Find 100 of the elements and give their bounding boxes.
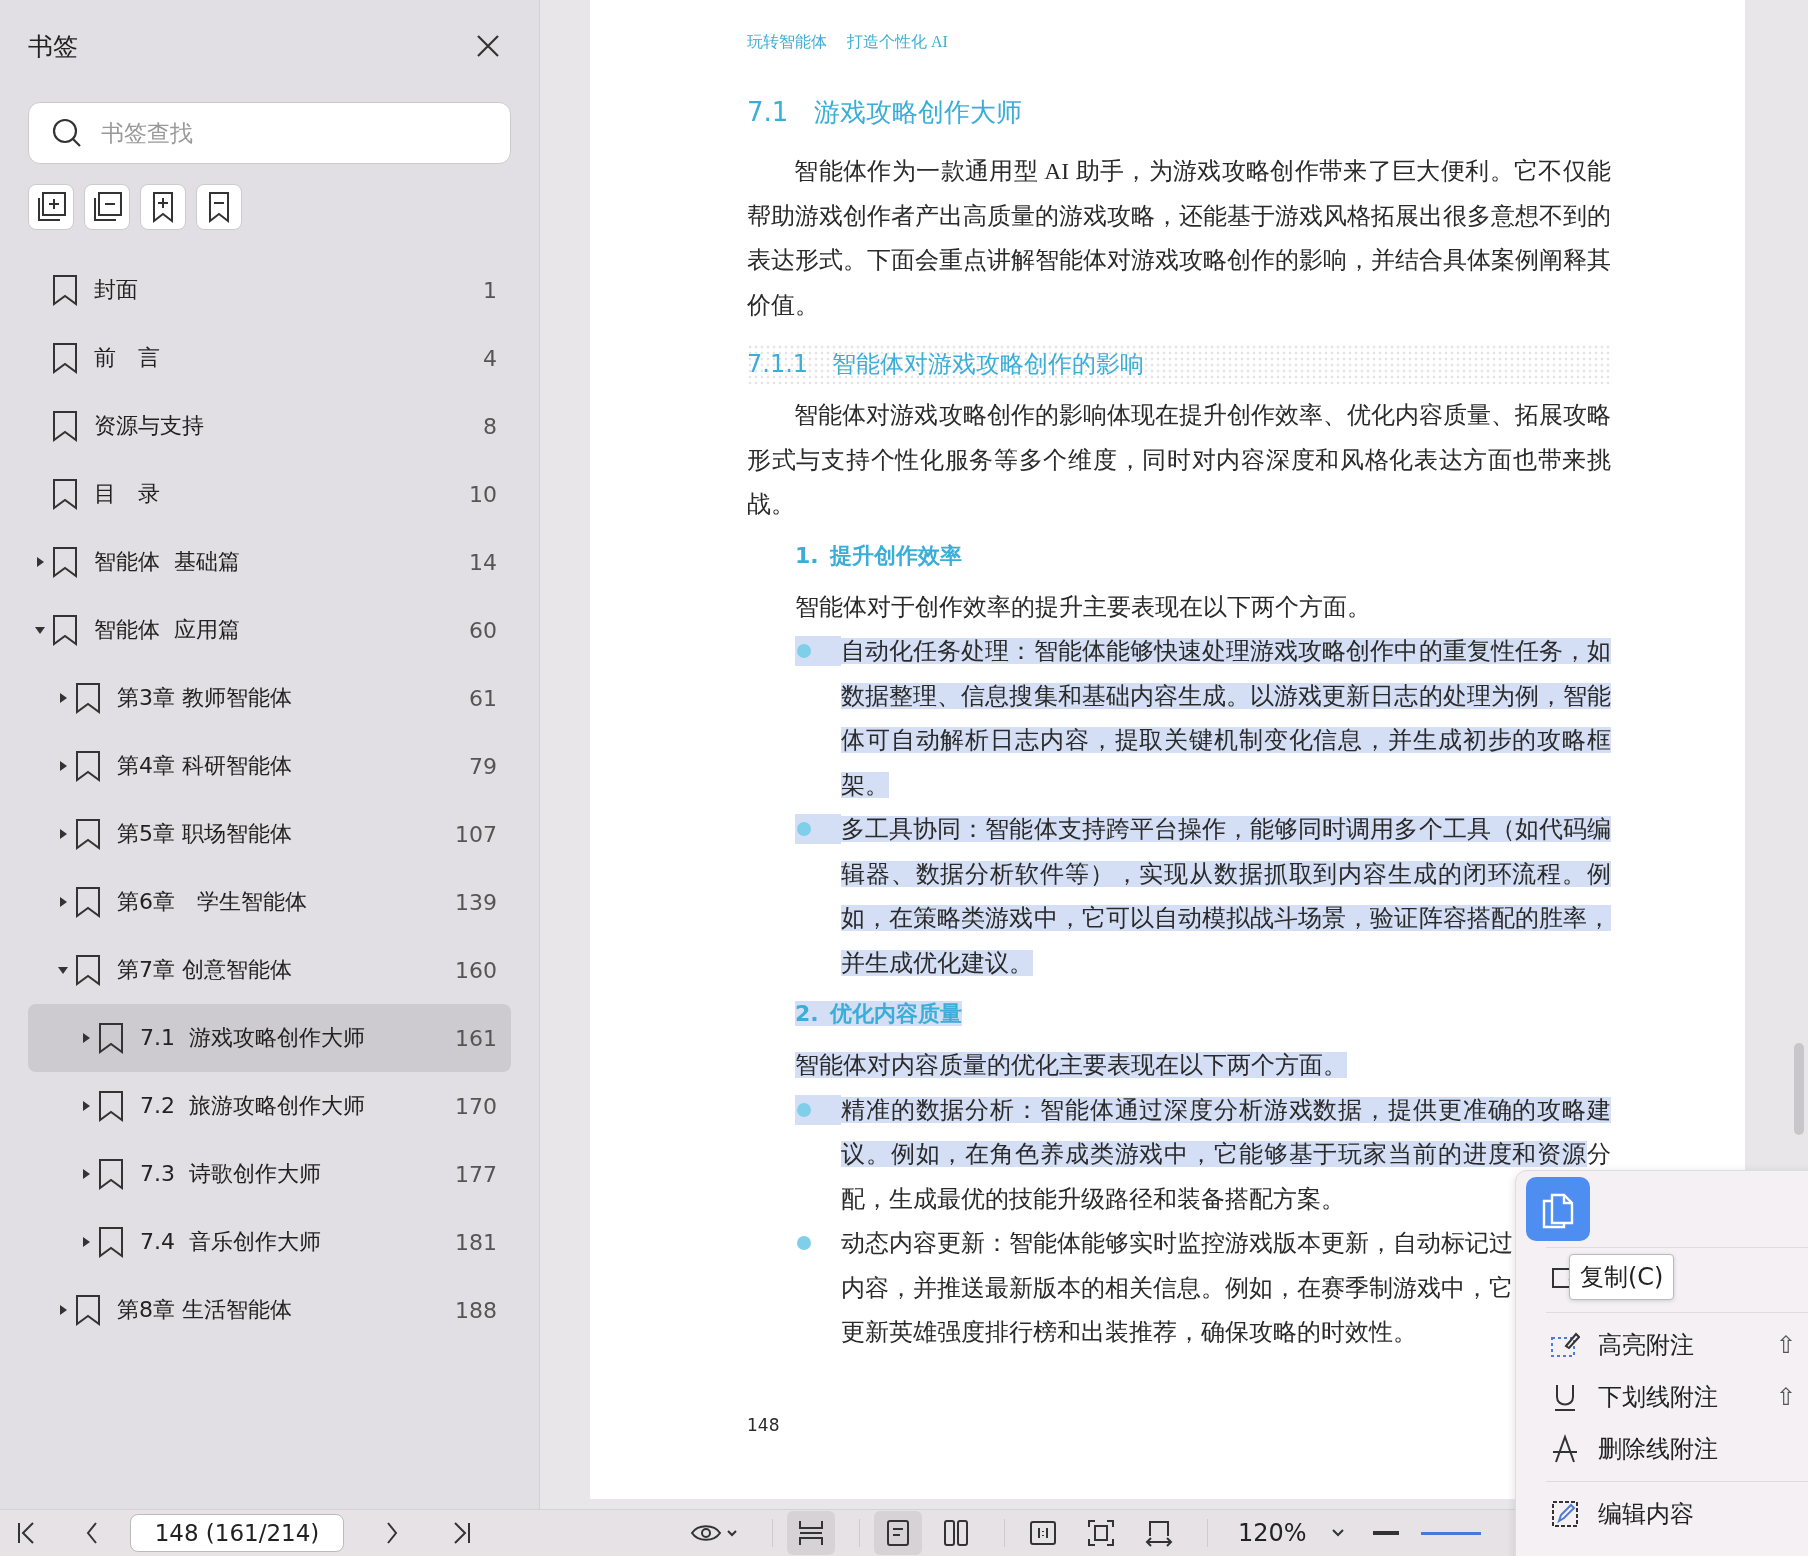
- bookmark-label: 目 录: [94, 480, 161, 508]
- bullet-dot: [797, 1236, 811, 1250]
- body-paragraph: 智能体作为一款通用型 AI 助手，为游戏攻略创作带来了巨大便利。它不仅能帮助游戏创作者产出高质量的游戏攻略，还能基于游戏风格拓展出很多意想不到的表达形式。下面会重点讲解智能体对游戏攻略创作的影响，并结合具体案例阐释其价值。: [747, 157, 1611, 320]
- tooltip: 复制(C): [1569, 1254, 1675, 1300]
- page-number: 181: [455, 1229, 497, 1255]
- bookmark-item[interactable]: 7.1 游戏攻略创作大师 161: [28, 1004, 511, 1072]
- bookmark-icon: [52, 274, 78, 306]
- bookmark-icon: [75, 954, 101, 986]
- expand-arrow-icon[interactable]: [57, 964, 69, 976]
- bookmark-icon: [75, 818, 101, 850]
- bookmark-item[interactable]: 第7章 创意智能体 160: [28, 936, 511, 1004]
- page-number: 177: [455, 1161, 497, 1187]
- bullet-paragraph: 多工具协同：智能体支持跨平台操作，能够同时调用多个工具（如代码编辑器、数据分析软件等），实现从数据抓取到内容生成的闭环流程。例如，在策略类游戏中，它可以自动模拟战斗场景，验证阵容搭配的胜率，并生成优化建议。: [841, 815, 1611, 978]
- bookmark-item[interactable]: 7.4 音乐创作大师 181: [28, 1208, 511, 1276]
- close-icon[interactable]: [475, 33, 501, 59]
- expand-arrow-icon[interactable]: [80, 1236, 92, 1248]
- bookmark-item[interactable]: 智能体 应用篇 60: [28, 596, 511, 664]
- bookmark-label: 第7章 创意智能体: [117, 956, 293, 984]
- menu-item[interactable]: 高亮附注 ⇧: [1526, 1319, 1808, 1371]
- body-paragraph: 智能体对内容质量的优化主要表现在以下两个方面。: [794, 1051, 1348, 1080]
- page-number: 61: [469, 685, 497, 711]
- bookmark-label: 7.3 诗歌创作大师: [140, 1160, 322, 1188]
- bookmark-label: 第5章 职场智能体: [117, 820, 293, 848]
- copy-button[interactable]: [1526, 1177, 1590, 1241]
- bullet-dot: [797, 644, 811, 658]
- page-number: 161: [455, 1025, 497, 1051]
- bookmark-label: 智能体 应用篇: [94, 616, 241, 644]
- bullet-dot: [797, 1102, 811, 1117]
- expand-arrow-icon[interactable]: [34, 624, 46, 636]
- expand-arrow-icon[interactable]: [80, 1100, 92, 1112]
- shortcut-hint: ⇧: [1776, 1383, 1797, 1411]
- caret-icon[interactable]: [1330, 1528, 1345, 1538]
- running-header: 玩转智能体: [747, 32, 827, 52]
- bookmark-item[interactable]: 第4章 科研智能体 79: [28, 732, 511, 800]
- zoom-out-icon[interactable]: [1372, 1530, 1399, 1536]
- expand-arrow-icon[interactable]: [80, 1168, 92, 1180]
- bookmark-icon: [75, 1294, 101, 1326]
- add-bookmark-button[interactable]: [140, 184, 186, 230]
- bookmark-icon: [52, 614, 78, 646]
- previous-icon[interactable]: [84, 1521, 100, 1545]
- page-number: 148: [747, 1414, 781, 1435]
- collapse-all-button[interactable]: [84, 184, 130, 230]
- expand-arrow-icon[interactable]: [57, 692, 69, 704]
- bookmark-item[interactable]: 第3章 教师智能体 61: [28, 664, 511, 732]
- point-heading: 1. 提升创作效率: [795, 542, 962, 568]
- bookmark-icon: [52, 410, 78, 442]
- expand-arrow-icon[interactable]: [57, 1304, 69, 1316]
- expand-all-button[interactable]: [28, 184, 74, 230]
- bookmark-icon: [52, 546, 78, 578]
- bookmark-item[interactable]: 第5章 职场智能体 107: [28, 800, 511, 868]
- bookmark-icon: [98, 1158, 124, 1190]
- expand-arrow-icon[interactable]: [57, 760, 69, 772]
- bookmark-label: 第6章 学生智能体: [117, 888, 308, 916]
- bookmark-label: 第3章 教师智能体: [117, 684, 293, 712]
- bullet-paragraph: 精准的数据分析：智能体通过深度分析游戏数据，提供更准确的攻略建议。例如，在角色养成类游戏中，它能够基于玩家当前的进度和资源分配，生成最优的技能升级路径和装备搭配方案。: [841, 1095, 1611, 1214]
- scrollbar-thumb[interactable]: [1794, 1043, 1804, 1135]
- page-field[interactable]: 148 (161/214): [130, 1514, 344, 1552]
- expand-arrow-icon[interactable]: [57, 896, 69, 908]
- bullet-paragraph: 自动化任务处理：智能体能够快速处理游戏攻略创作中的重复性任务，如数据整理、信息搜集和基础内容生成。以游戏更新日志的处理为例，智能体可自动解析日志内容，提取关键机制变化信息，并生成初步的攻略框架。: [841, 637, 1611, 800]
- bookmark-item[interactable]: 第8章 生活智能体 188: [28, 1276, 511, 1344]
- point-heading: 2. 优化内容质量: [795, 1001, 962, 1026]
- bookmark-icon: [75, 750, 101, 782]
- bookmark-icon: [52, 478, 78, 510]
- expand-arrow-icon[interactable]: [80, 1032, 92, 1044]
- page-number: 10: [469, 481, 497, 507]
- next-icon[interactable]: [384, 1521, 400, 1545]
- panel-title: 书签: [28, 30, 78, 63]
- bookmark-label: 7.4 音乐创作大师: [140, 1228, 322, 1256]
- fit-page-icon: [1086, 1518, 1116, 1548]
- page-number: 160: [455, 957, 497, 983]
- page-number: 107: [455, 821, 497, 847]
- bookmark-item[interactable]: 目 录 10: [28, 460, 511, 528]
- remove-bookmark-button[interactable]: [196, 184, 242, 230]
- bookmark-item[interactable]: 第6章 学生智能体 139: [28, 868, 511, 936]
- expand-arrow-icon[interactable]: [34, 556, 46, 568]
- page-number: 188: [455, 1297, 497, 1323]
- bookmark-item[interactable]: 7.2 旅游攻略创作大师 170: [28, 1072, 511, 1140]
- bookmark-item[interactable]: 智能体 基础篇 14: [28, 528, 511, 596]
- bookmark-label: 资源与支持: [94, 412, 205, 440]
- bookmark-item[interactable]: 资源与支持 8: [28, 392, 511, 460]
- menu-item[interactable]: 编辑内容: [1526, 1488, 1808, 1540]
- search-input[interactable]: 书签查找: [99, 119, 488, 147]
- zoom-level[interactable]: 120%: [1238, 1519, 1307, 1547]
- highlight-icon: [1550, 1330, 1580, 1360]
- bookmark-item[interactable]: 封面 1: [28, 256, 511, 324]
- bookmark-icon: [75, 682, 101, 714]
- single-page-button[interactable]: [874, 1511, 922, 1555]
- bullet-dot: [797, 822, 811, 836]
- menu-item[interactable]: 下划线附注 ⇧: [1526, 1371, 1808, 1423]
- page-number: 4: [483, 345, 497, 371]
- bookmark-icon: [98, 1022, 124, 1054]
- page-number: 139: [455, 889, 497, 915]
- fit-height-button[interactable]: [787, 1511, 835, 1555]
- search-field[interactable]: 书签查找: [28, 102, 511, 164]
- bookmark-label: 7.1 游戏攻略创作大师: [140, 1024, 366, 1052]
- bookmark-item[interactable]: 前 言 4: [28, 324, 511, 392]
- bookmark-item[interactable]: 7.3 诗歌创作大师 177: [28, 1140, 511, 1208]
- page-number: 8: [483, 413, 497, 439]
- menu-item[interactable]: 删除线附注: [1526, 1423, 1808, 1475]
- expand-arrow-icon[interactable]: [57, 828, 69, 840]
